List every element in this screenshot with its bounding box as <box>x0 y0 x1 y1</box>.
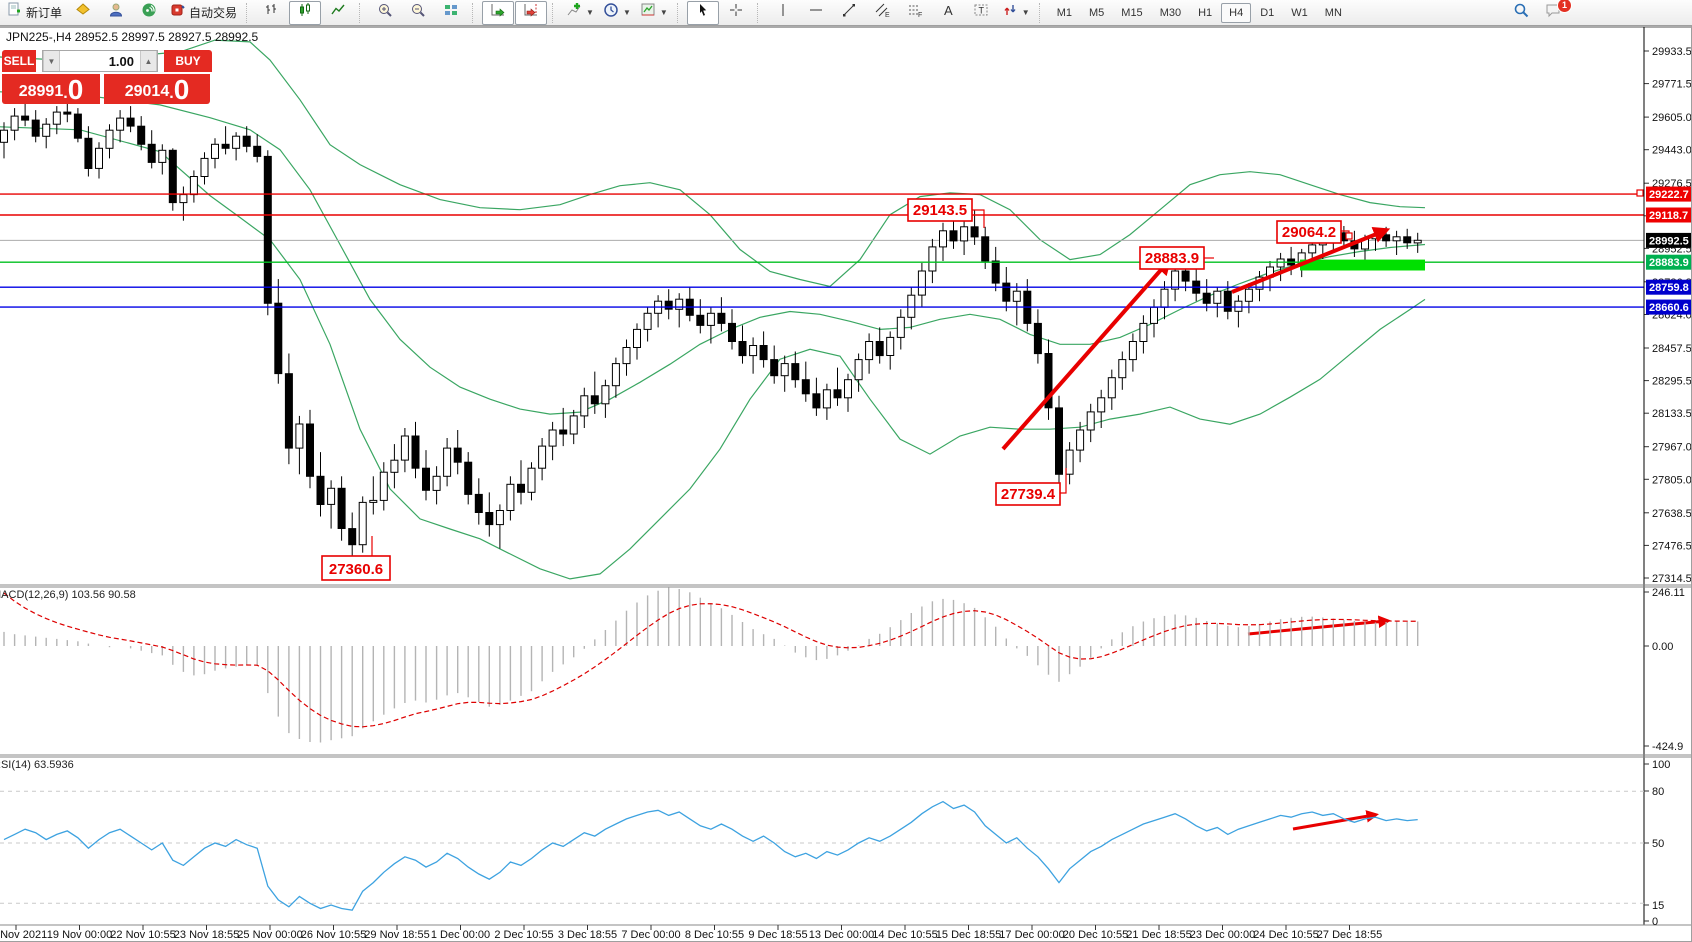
svg-text:-424.9: -424.9 <box>1652 741 1683 753</box>
svg-text:29222.7: 29222.7 <box>1649 189 1689 201</box>
chart-area[interactable]: 29143.5 29064.2 28883.9 27739.4 27360.6 29933… <box>0 0 1692 942</box>
svg-text:24 Dec 10:55: 24 Dec 10:55 <box>1253 929 1318 941</box>
buy-price-main: 29014 <box>125 81 170 103</box>
svg-text:17 Dec 00:00: 17 Dec 00:00 <box>999 929 1064 941</box>
svg-text:2 Dec 10:55: 2 Dec 10:55 <box>494 929 553 941</box>
svg-text:29064.2: 29064.2 <box>1282 224 1336 241</box>
svg-text:23 Nov 18:55: 23 Nov 18:55 <box>174 929 239 941</box>
svg-text:19 Nov 00:00: 19 Nov 00:00 <box>47 929 112 941</box>
trend-arrow <box>1293 815 1374 829</box>
svg-text:27 Dec 18:55: 27 Dec 18:55 <box>1317 929 1382 941</box>
sell-button[interactable]: SELL <box>2 50 36 72</box>
rsi-line <box>4 802 1418 911</box>
svg-text:20 Dec 10:55: 20 Dec 10:55 <box>1063 929 1128 941</box>
svg-text:22 Nov 10:55: 22 Nov 10:55 <box>110 929 175 941</box>
object-anchor <box>1346 233 1352 239</box>
svg-text:14 Dec 10:55: 14 Dec 10:55 <box>872 929 937 941</box>
svg-text:1 Dec 00:00: 1 Dec 00:00 <box>431 929 490 941</box>
volume-decrement-button[interactable]: ▼ <box>43 51 60 71</box>
svg-text:8 Dec 10:55: 8 Dec 10:55 <box>685 929 744 941</box>
bollinger-middle <box>0 92 1425 414</box>
svg-text:28660.6: 28660.6 <box>1649 302 1689 314</box>
svg-text:13 Dec 00:00: 13 Dec 00:00 <box>809 929 874 941</box>
svg-text:246.11: 246.11 <box>1652 587 1685 599</box>
svg-text:15: 15 <box>1652 900 1664 912</box>
svg-text:29933.5: 29933.5 <box>1652 46 1692 58</box>
buy-button[interactable]: BUY <box>164 50 212 72</box>
svg-text:9 Dec 18:55: 9 Dec 18:55 <box>748 929 807 941</box>
sell-price-pip: 0 <box>68 77 84 103</box>
svg-text:29605.0: 29605.0 <box>1652 112 1692 124</box>
svg-text:28457.5: 28457.5 <box>1652 343 1692 355</box>
svg-text:27314.5: 27314.5 <box>1652 573 1692 585</box>
svg-text:28883.9: 28883.9 <box>1649 257 1689 269</box>
macd-histogram <box>4 588 1418 743</box>
candles-layer <box>1 98 1422 569</box>
rsi-indicator-label: RSI(14) 63.5936 <box>0 759 74 771</box>
svg-text:18 Nov 2021: 18 Nov 2021 <box>0 929 47 941</box>
volume-field: ▼ 1.00 ▲ <box>42 50 158 72</box>
buy-price-pip: 0 <box>174 77 190 103</box>
svg-text:29771.5: 29771.5 <box>1652 79 1692 91</box>
chart-ohlc-title: JPN225-,H4 28952.5 28997.5 28927.5 28992… <box>6 30 258 44</box>
svg-text:7 Dec 00:00: 7 Dec 00:00 <box>621 929 680 941</box>
svg-text:0: 0 <box>1652 916 1658 928</box>
macd-indicator-label: MACD(12,26,9) 103.56 90.58 <box>0 589 136 601</box>
svg-text:27476.5: 27476.5 <box>1652 540 1692 552</box>
svg-text:27967.0: 27967.0 <box>1652 442 1692 454</box>
svg-text:80: 80 <box>1652 786 1664 798</box>
svg-text:29118.7: 29118.7 <box>1649 210 1688 222</box>
svg-text:27805.0: 27805.0 <box>1652 474 1692 486</box>
svg-text:0.00: 0.00 <box>1652 641 1673 653</box>
svg-text:50: 50 <box>1652 838 1664 850</box>
sell-price-main: 28991 <box>19 81 64 103</box>
support-zone-highlight <box>1300 260 1425 271</box>
bollinger-upper <box>0 40 1425 286</box>
volume-value[interactable]: 1.00 <box>60 51 140 71</box>
svg-text:29143.5: 29143.5 <box>913 202 967 219</box>
svg-text:27360.6: 27360.6 <box>329 561 383 578</box>
svg-text:29 Nov 18:55: 29 Nov 18:55 <box>364 929 429 941</box>
one-click-trading-panel: SELL ▼ 1.00 ▲ BUY 28991.0 29014.0 <box>2 50 212 104</box>
sell-price[interactable]: 28991.0 <box>2 74 100 104</box>
svg-text:28883.9: 28883.9 <box>1145 250 1199 267</box>
svg-text:15 Dec 18:55: 15 Dec 18:55 <box>936 929 1001 941</box>
object-anchor <box>1637 190 1643 196</box>
svg-text:28133.5: 28133.5 <box>1652 408 1692 420</box>
svg-text:28295.5: 28295.5 <box>1652 376 1692 388</box>
buy-price[interactable]: 29014.0 <box>104 74 210 104</box>
svg-text:21 Dec 18:55: 21 Dec 18:55 <box>1126 929 1191 941</box>
svg-text:23 Dec 00:00: 23 Dec 00:00 <box>1190 929 1255 941</box>
volume-increment-button[interactable]: ▲ <box>140 51 157 71</box>
svg-text:27638.5: 27638.5 <box>1652 508 1692 520</box>
svg-text:28759.8: 28759.8 <box>1649 282 1689 294</box>
svg-text:100: 100 <box>1652 759 1670 771</box>
svg-text:26 Nov 10:55: 26 Nov 10:55 <box>301 929 366 941</box>
svg-text:27739.4: 27739.4 <box>1001 486 1056 503</box>
svg-text:29443.0: 29443.0 <box>1652 145 1692 157</box>
svg-text:28992.5: 28992.5 <box>1649 235 1689 247</box>
svg-text:25 Nov 00:00: 25 Nov 00:00 <box>237 929 302 941</box>
svg-text:3 Dec 18:55: 3 Dec 18:55 <box>558 929 617 941</box>
